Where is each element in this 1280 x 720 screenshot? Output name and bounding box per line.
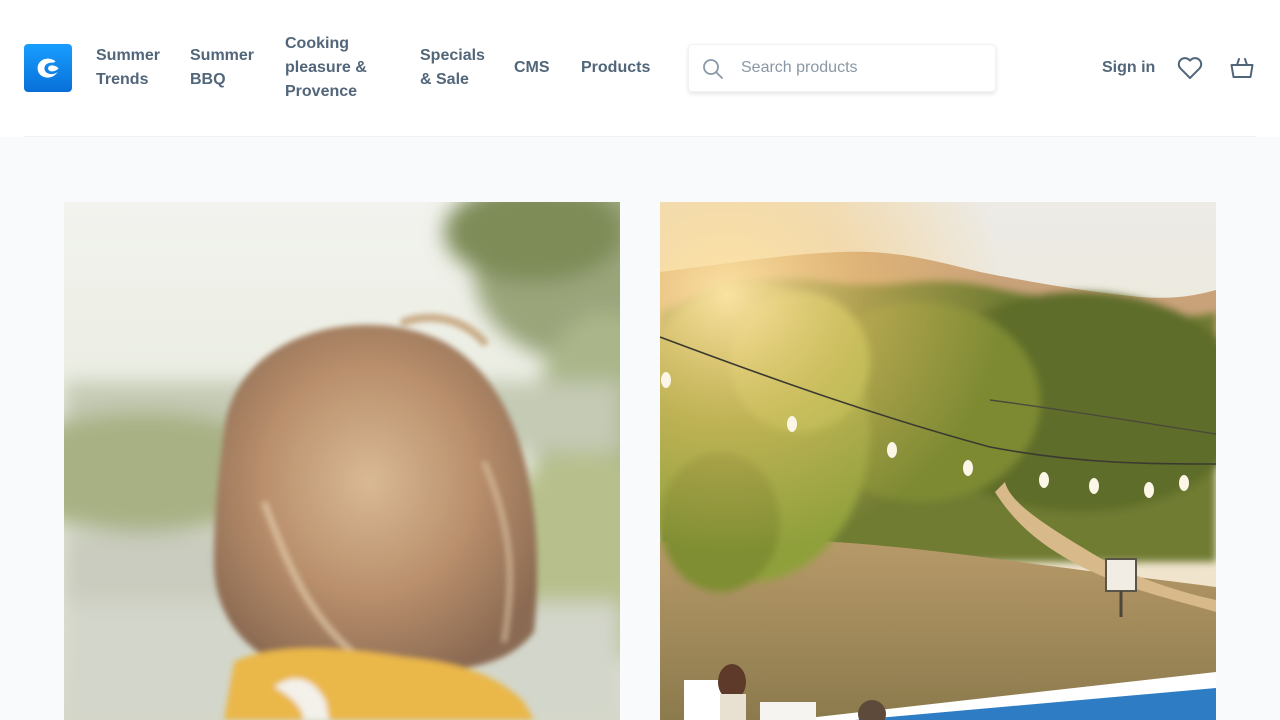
teaser-image-summer-garden[interactable] [660, 202, 1216, 720]
search-input[interactable] [741, 45, 981, 91]
basket-icon[interactable] [1229, 55, 1255, 81]
logo-icon [37, 58, 59, 78]
photo-girl-hair-image [64, 202, 620, 720]
search-icon[interactable] [701, 57, 725, 81]
site-header: Summer Trends Summer BBQ Cooking pleasur… [0, 0, 1280, 137]
nav-item-summer-bbq[interactable]: Summer BBQ [190, 44, 260, 92]
heart-icon[interactable] [1176, 54, 1204, 82]
nav-item-cooking-pleasure-provence[interactable]: Cooking pleasure & Provence [285, 32, 395, 104]
nav-item-products[interactable]: Products [581, 56, 650, 80]
nav-item-cms[interactable]: CMS [514, 56, 550, 80]
nav-item-summer-trends[interactable]: Summer Trends [96, 44, 166, 92]
nav-item-specials-sale[interactable]: Specials & Sale [420, 44, 490, 92]
sign-in-link[interactable]: Sign in [1102, 56, 1155, 80]
photo-garden-pool-image [660, 202, 1216, 720]
teaser-image-summer-girl[interactable] [64, 202, 620, 720]
shop-logo[interactable] [24, 44, 72, 92]
search-box [688, 44, 996, 92]
